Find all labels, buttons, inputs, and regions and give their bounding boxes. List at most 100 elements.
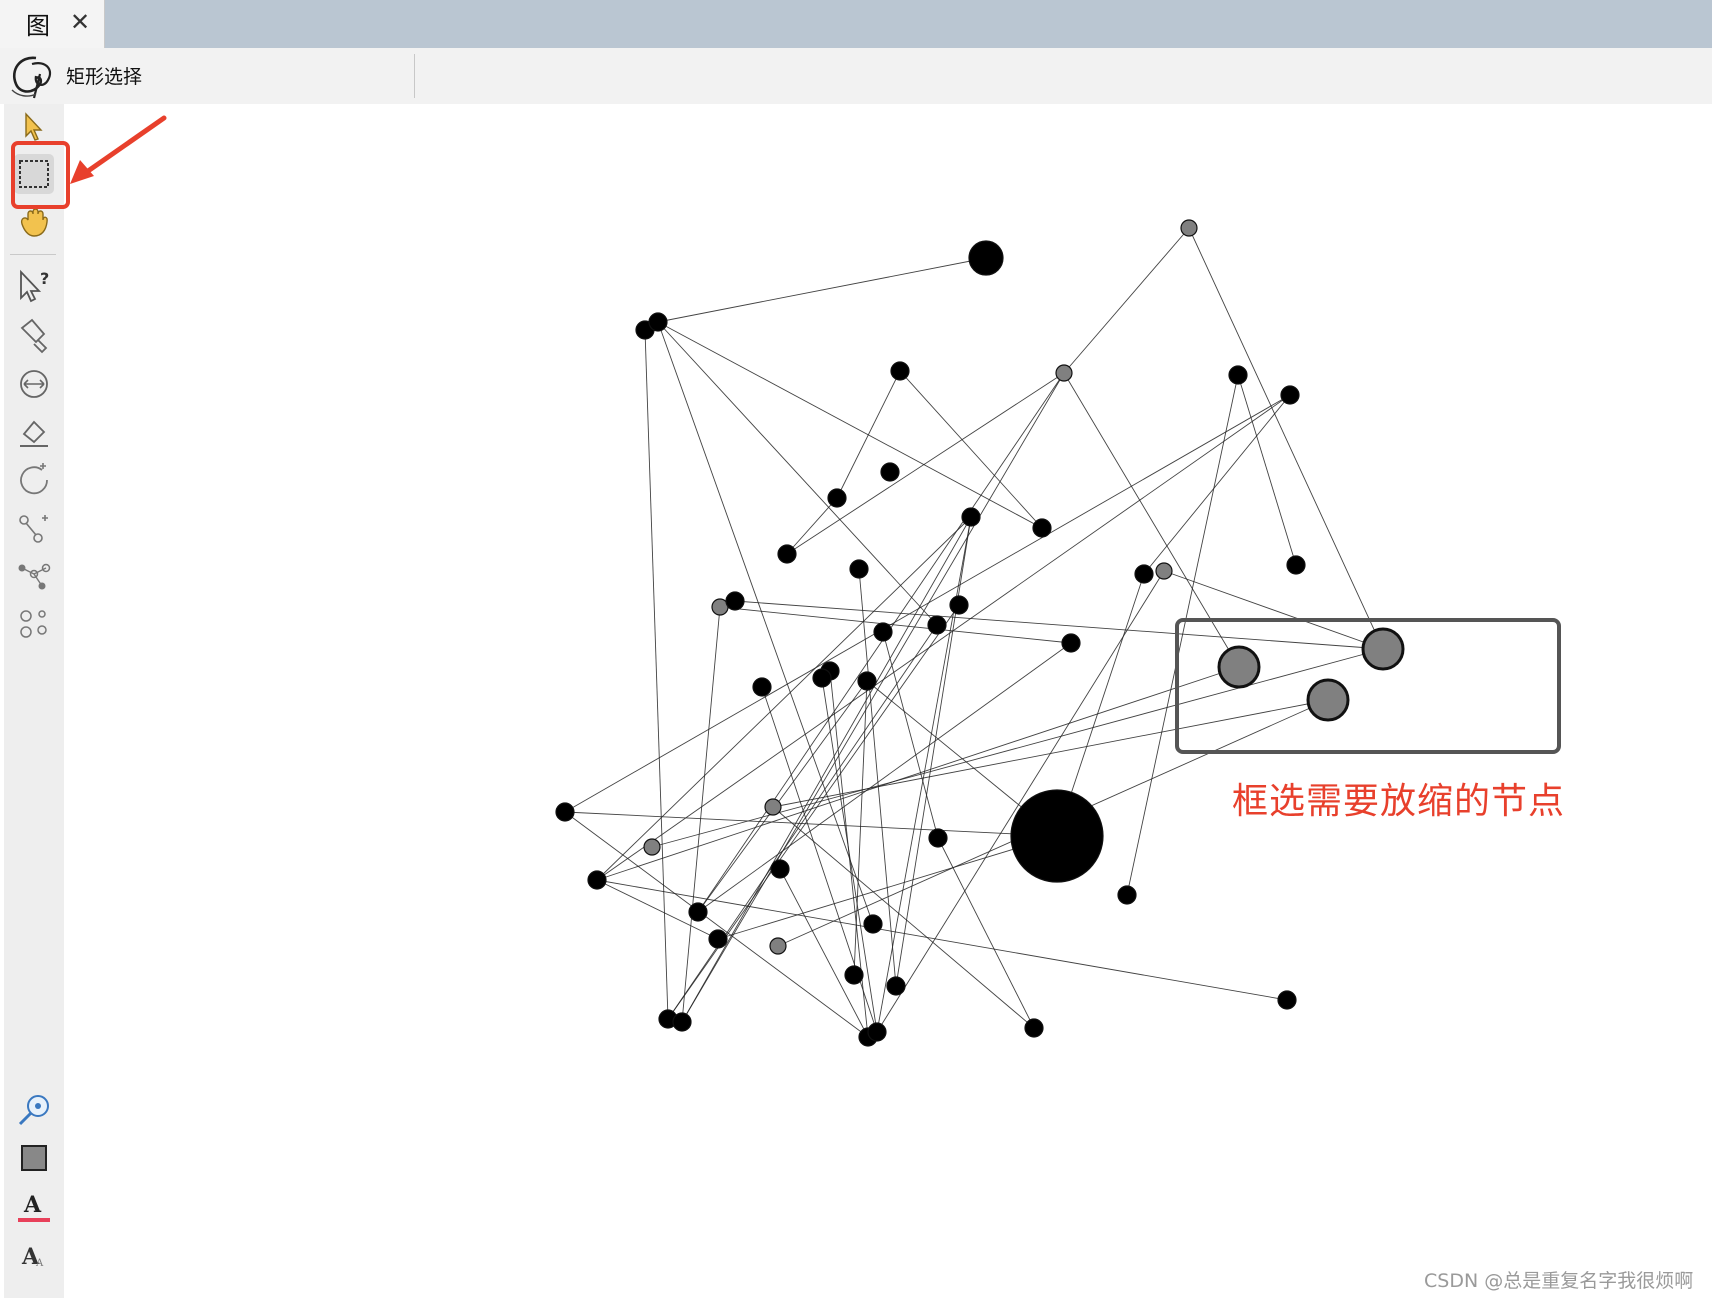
- graph-node[interactable]: [927, 615, 947, 635]
- graph-node[interactable]: [857, 671, 877, 691]
- graph-edge: [937, 837, 1035, 1029]
- graph-node[interactable]: [688, 902, 708, 922]
- svg-text:A: A: [35, 1258, 44, 1269]
- graph-node[interactable]: [873, 622, 893, 642]
- edit-info-icon[interactable]: ?: [12, 264, 56, 308]
- close-icon[interactable]: ✕: [70, 8, 90, 36]
- graph-node[interactable]: [890, 361, 910, 381]
- svg-text:A: A: [23, 1192, 42, 1218]
- graph-edges: [564, 227, 1384, 1038]
- node-label-color-icon[interactable]: A: [12, 1184, 56, 1228]
- graph-edge: [1143, 394, 1291, 575]
- graph-node[interactable]: [1032, 518, 1052, 538]
- shortest-path-icon[interactable]: [12, 554, 56, 598]
- graph-edge: [1063, 227, 1190, 374]
- graph-edge: [895, 516, 972, 987]
- background-color-icon[interactable]: [12, 1136, 56, 1180]
- watermark: CSDN @总是重复名字我很烦啊: [1424, 1270, 1694, 1292]
- graph-edge: [644, 329, 669, 1020]
- graph-edge: [564, 394, 1291, 813]
- graph-node[interactable]: [863, 914, 883, 934]
- tab-bar: 图 ✕: [0, 0, 1712, 48]
- graph-edge: [719, 606, 1072, 644]
- tab-title: 图: [26, 12, 50, 40]
- graph-node[interactable]: [1277, 990, 1297, 1010]
- graph-node[interactable]: [880, 462, 900, 482]
- graph-node[interactable]: [708, 929, 728, 949]
- graph-node[interactable]: [1055, 364, 1073, 382]
- tab-graph[interactable]: 图 ✕: [0, 0, 105, 48]
- graph-node[interactable]: [1180, 219, 1198, 237]
- graph-edge: [667, 604, 960, 1020]
- graph-node[interactable]: [1286, 555, 1306, 575]
- add-edge-icon[interactable]: [12, 506, 56, 550]
- graph-node[interactable]: [672, 1012, 692, 1032]
- graph-node[interactable]: [867, 1022, 887, 1042]
- graph-node[interactable]: [643, 838, 661, 856]
- graph-node[interactable]: [769, 937, 787, 955]
- graph-edge: [657, 321, 874, 925]
- graph-node[interactable]: [1024, 1018, 1044, 1038]
- graph-edge: [681, 516, 972, 1023]
- label-size-icon[interactable]: AA: [12, 1232, 56, 1276]
- graph-node[interactable]: [886, 976, 906, 996]
- graph-node[interactable]: [1134, 564, 1154, 584]
- graph-edge: [596, 394, 1291, 881]
- graph-node[interactable]: [949, 595, 969, 615]
- graph-node[interactable]: [812, 668, 832, 688]
- graph-canvas[interactable]: [64, 104, 1712, 1298]
- graph-edge: [786, 372, 1065, 555]
- graph-edge: [1063, 372, 1240, 668]
- rotate-icon[interactable]: [12, 458, 56, 502]
- graph-node[interactable]: [777, 544, 797, 564]
- graph-edge: [717, 835, 1058, 940]
- graph-node[interactable]: [849, 559, 869, 579]
- graph-node[interactable]: [1010, 789, 1104, 883]
- graph-edge: [697, 372, 1065, 913]
- gephi-logo-icon: [6, 50, 60, 102]
- graph-node[interactable]: [725, 591, 745, 611]
- zoom-center-icon[interactable]: [12, 1088, 56, 1132]
- graph-edge: [853, 680, 868, 976]
- graph-node[interactable]: [1306, 678, 1350, 722]
- graph-edge: [1188, 227, 1384, 650]
- graph-edge: [564, 811, 869, 1038]
- graph-node[interactable]: [1280, 385, 1300, 405]
- graph-node[interactable]: [844, 965, 864, 985]
- graph-node[interactable]: [1228, 365, 1248, 385]
- graph-node[interactable]: [1155, 562, 1173, 580]
- graph-edge: [876, 570, 1165, 1033]
- graph-node[interactable]: [1061, 633, 1081, 653]
- graph-edge: [667, 624, 938, 1020]
- graph-node[interactable]: [764, 798, 782, 816]
- graph-node[interactable]: [648, 312, 668, 332]
- graph-edge: [596, 879, 1288, 1001]
- graph-edge: [882, 631, 939, 839]
- graph-node[interactable]: [928, 828, 948, 848]
- graph-node[interactable]: [1217, 645, 1261, 689]
- graph-edge: [1163, 570, 1384, 650]
- graph-node[interactable]: [1117, 885, 1137, 905]
- graph-edge: [657, 257, 987, 323]
- graph-node[interactable]: [968, 240, 1004, 276]
- painter-brush-icon[interactable]: [12, 314, 56, 358]
- graph-node[interactable]: [770, 859, 790, 879]
- current-tool-name: 矩形选择: [66, 66, 143, 88]
- fill-bucket-icon[interactable]: [12, 410, 56, 454]
- graph-node[interactable]: [555, 802, 575, 822]
- top-toolbar: [0, 48, 1712, 104]
- size-resize-icon[interactable]: [12, 362, 56, 406]
- left-toolbar-divider: [10, 254, 56, 255]
- toolbar-divider: [414, 54, 415, 98]
- graph-node[interactable]: [1361, 627, 1405, 671]
- graph-edge: [681, 606, 721, 1023]
- svg-text:?: ?: [40, 269, 49, 288]
- graph-node[interactable]: [752, 677, 772, 697]
- annotation-caption: 框选需要放缩的节点: [1232, 781, 1566, 822]
- graph-edge: [899, 370, 1043, 529]
- graph-node[interactable]: [587, 870, 607, 890]
- graph-node[interactable]: [961, 507, 981, 527]
- annotation-arrow-icon: [70, 115, 167, 184]
- graph-node[interactable]: [827, 488, 847, 508]
- heat-map-icon[interactable]: [12, 602, 56, 646]
